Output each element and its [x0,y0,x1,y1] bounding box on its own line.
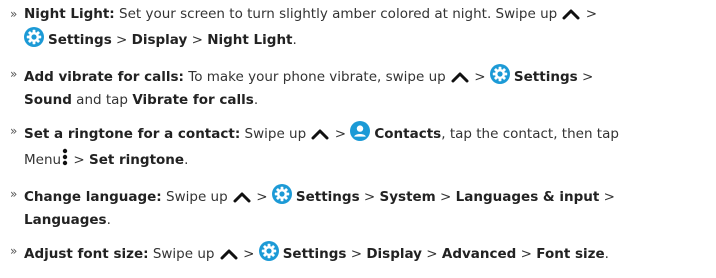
separator: > [599,189,615,205]
separator: > [187,32,208,48]
path-system: System [379,189,436,205]
list-item-ringtone-contact: » Set a ringtone for a contact: Swipe up… [10,121,716,173]
period: . [604,246,609,262]
path-settings: Settings [513,69,578,85]
bullet-marker: » [10,187,18,201]
period: . [292,32,297,48]
separator: > [238,246,259,262]
separator: > [69,152,89,168]
item-title: Adjust font size: [24,246,149,262]
path-sound: Sound [24,92,72,108]
item-title: Set a ringtone for a contact: [24,126,241,142]
item-text: Swipe up [148,246,219,262]
path-languages: Languages [24,212,107,228]
list-item-font-size: » Adjust font size: Swipe up > Settings … [10,241,716,267]
list-item-change-language: » Change language: Swipe up > Settings >… [10,184,716,230]
settings-gear-icon [24,27,44,53]
path-vibrate-for-calls: Vibrate for calls [132,92,254,108]
period: . [253,92,259,108]
path-night-light: Night Light [207,32,293,48]
separator: > [581,6,598,22]
item-text: To make your phone vibrate, swipe up [183,69,451,85]
path-contacts: Contacts [374,126,442,142]
list-item-vibrate-calls: » Add vibrate for calls: To make your ph… [10,64,716,110]
path-languages-input: Languages & input [455,189,600,205]
separator: > [251,189,272,205]
settings-gear-icon [258,241,279,267]
list-item-night-light: » Night Light: Set your screen to turn s… [10,4,716,53]
item-text: and tap [71,92,133,108]
separator: > [330,126,351,142]
separator: > [346,246,367,262]
separator: > [111,32,132,48]
path-settings: Settings [295,189,360,205]
path-settings: Settings [282,246,347,262]
chevron-up-icon [219,247,239,267]
instructions-list: » Night Light: Set your screen to turn s… [10,4,716,278]
path-advanced: Advanced [441,246,517,262]
item-title: Night Light: [24,6,115,22]
item-text: Swipe up [161,189,232,205]
chevron-up-icon [232,190,252,210]
path-display: Display [366,246,422,262]
separator: > [516,246,537,262]
item-title: Change language: [24,189,162,205]
item-text: Swipe up [240,126,311,142]
path-settings: Settings [48,32,112,48]
contacts-person-icon [350,121,371,147]
settings-gear-icon [271,184,292,210]
bullet-marker: » [10,7,18,21]
item-text: , tap the contact, then tap [441,126,619,142]
item-text: Set your screen to turn slightly amber c… [114,6,562,22]
menu-label: Menu [24,152,62,168]
separator: > [470,69,490,85]
path-font-size: Font size [536,246,605,262]
chevron-up-icon [310,127,330,147]
bullet-marker: » [10,244,18,258]
separator: > [421,246,442,262]
path-display: Display [131,32,188,48]
three-dot-menu-icon [61,147,69,173]
item-title: Add vibrate for calls: [24,69,184,85]
path-set-ringtone: Set ringtone [88,152,185,168]
period: . [106,212,111,228]
separator: > [435,189,456,205]
separator: > [359,189,380,205]
settings-gear-icon [489,64,510,90]
chevron-up-icon [450,70,470,90]
period: . [184,152,189,168]
chevron-up-icon [561,7,581,27]
bullet-marker: » [10,124,18,138]
separator: > [577,69,594,85]
bullet-marker: » [10,67,18,81]
